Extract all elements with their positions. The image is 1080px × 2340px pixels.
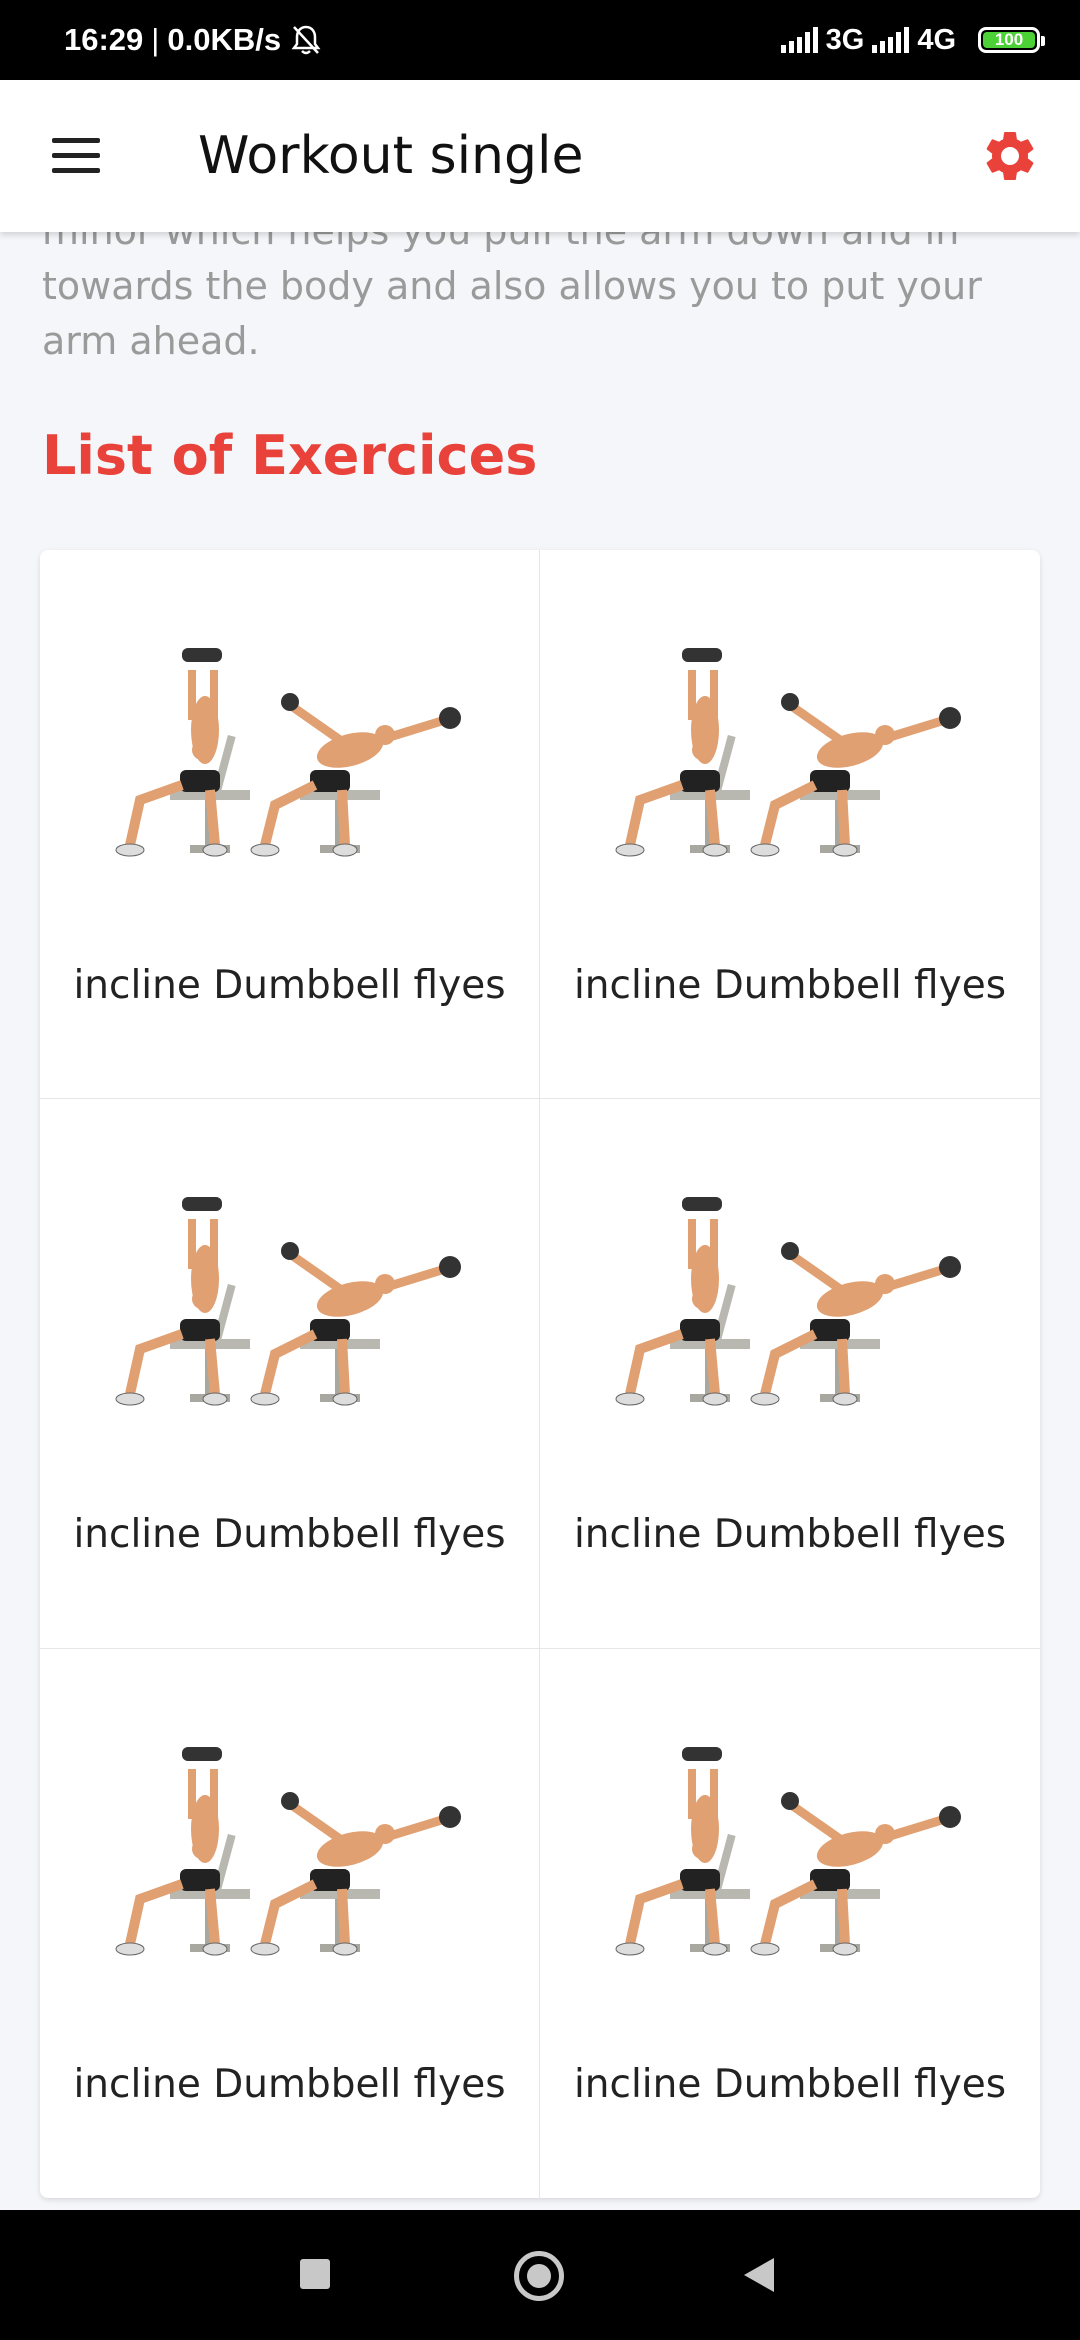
- exercise-image: [110, 1189, 470, 1419]
- square-icon[interactable]: [300, 2259, 330, 2289]
- exercise-label: incline Dumbbell flyes: [573, 963, 1007, 1008]
- exercise-image: [610, 640, 970, 870]
- battery-icon: 100: [978, 27, 1045, 53]
- section-title: List of Exercices: [42, 424, 538, 487]
- exercise-label: incline Dumbbell flyes: [573, 1512, 1007, 1558]
- battery-level: 100: [994, 30, 1024, 49]
- exercise-card[interactable]: incline Dumbbell flyes: [540, 1099, 1040, 1649]
- triangle-back-icon[interactable]: [744, 2258, 774, 2292]
- exercise-image: [610, 1739, 970, 1969]
- exercise-grid: incline Dumbbell flyes incline Dumbbell …: [40, 550, 1040, 2198]
- status-time: 16:29: [64, 22, 144, 57]
- status-separator: |: [151, 22, 160, 57]
- status-net-speed: 0.0KB/s: [167, 22, 282, 57]
- exercise-image: [110, 640, 470, 870]
- status-bar: 16:29 | 0.0KB/s 3G 4G 100: [0, 0, 1080, 80]
- exercise-label: incline Dumbbell flyes: [73, 963, 506, 1008]
- bell-muted-icon: [291, 25, 321, 55]
- signal-icon: [780, 27, 818, 53]
- exercise-card[interactable]: incline Dumbbell flyes: [40, 550, 540, 1100]
- exercise-card[interactable]: incline Dumbbell flyes: [40, 1648, 540, 2198]
- status-left: 16:29 | 0.0KB/s: [64, 0, 321, 80]
- hamburger-menu-icon[interactable]: [48, 138, 104, 174]
- network-4g-label: 4G: [917, 23, 956, 56]
- gear-icon[interactable]: [980, 126, 1040, 186]
- exercise-card[interactable]: incline Dumbbell flyes: [40, 1099, 540, 1649]
- page-title: Workout single: [198, 126, 584, 186]
- exercise-image: [610, 1189, 970, 1419]
- exercise-label: incline Dumbbell flyes: [73, 1512, 506, 1558]
- exercise-image: [110, 1739, 470, 1969]
- exercise-label: incline Dumbbell flyes: [73, 2061, 506, 2107]
- network-3g-label: 3G: [825, 23, 865, 56]
- signal-icon: [872, 27, 910, 53]
- exercise-label: incline Dumbbell flyes: [573, 2061, 1007, 2107]
- exercise-card[interactable]: incline Dumbbell flyes: [540, 1649, 1040, 2198]
- app-bar: Workout single: [0, 80, 1080, 232]
- exercise-card[interactable]: incline Dumbbell flyes: [540, 550, 1040, 1100]
- status-right: 3G 4G 100: [780, 0, 1045, 80]
- system-nav-bar: [0, 2210, 1080, 2340]
- circle-icon[interactable]: [514, 2251, 564, 2301]
